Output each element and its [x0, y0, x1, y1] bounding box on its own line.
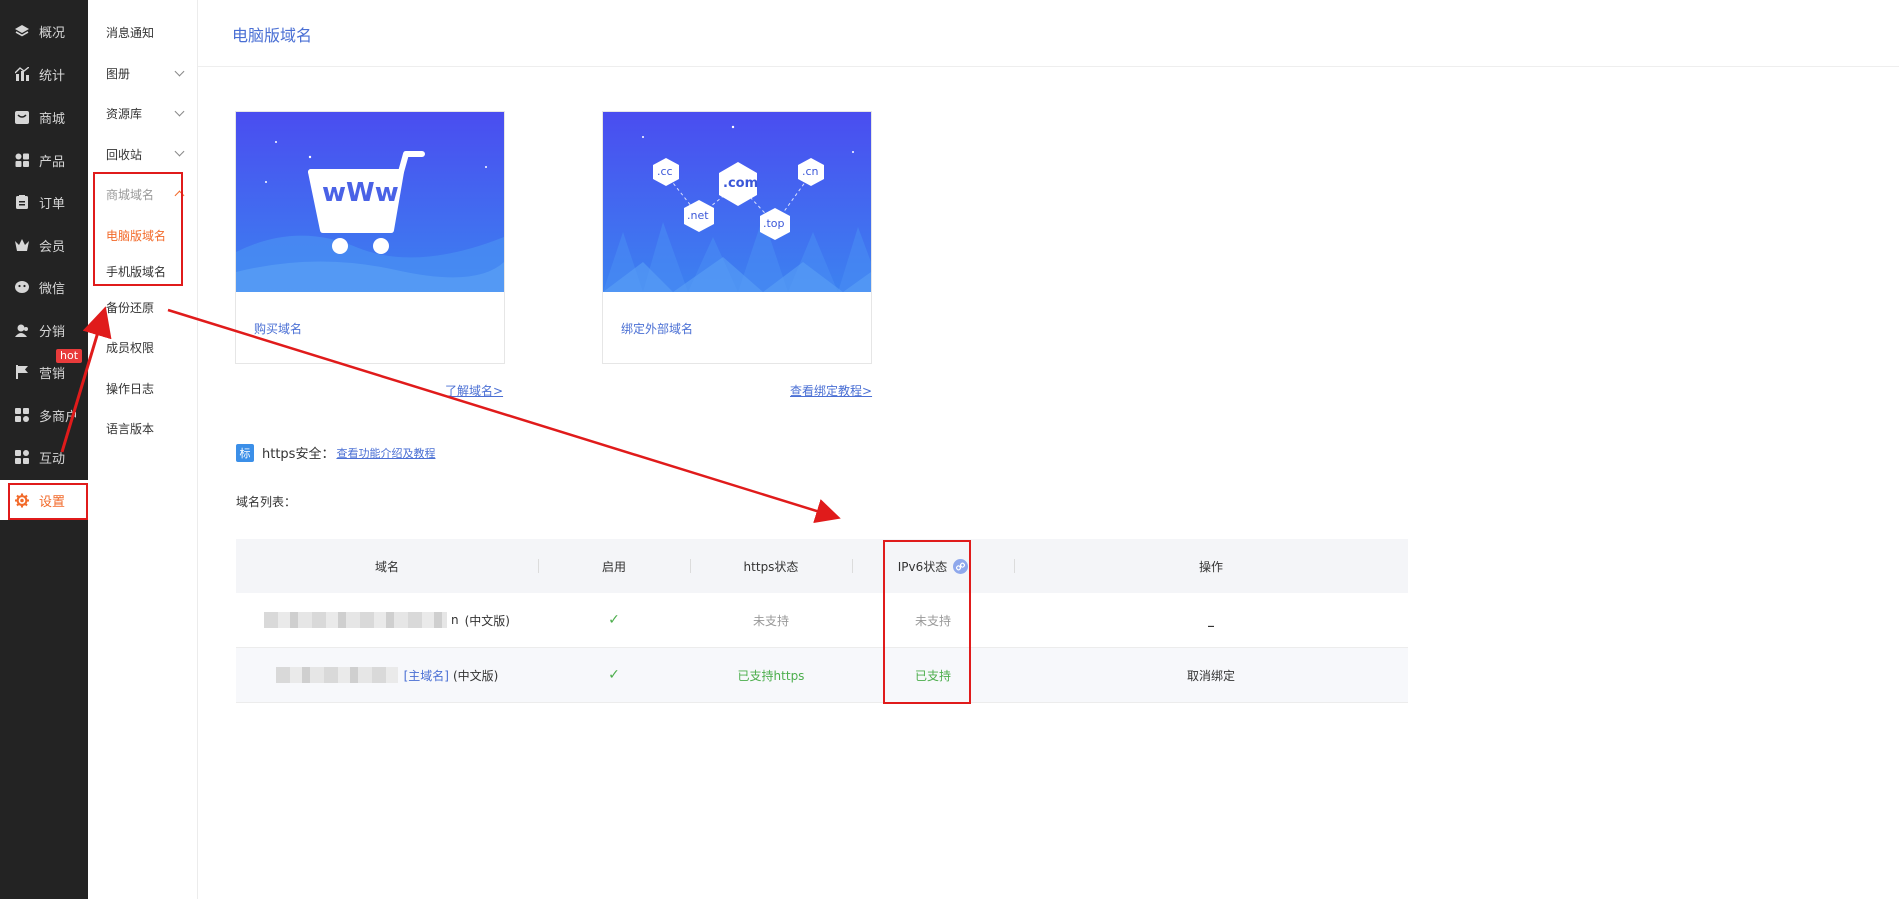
- nav-label: 会员: [39, 239, 66, 255]
- unbind-button[interactable]: 取消绑定: [1014, 648, 1408, 702]
- nav-item-distribution[interactable]: 分销: [0, 310, 88, 350]
- nav-item-wechat[interactable]: 微信: [0, 267, 88, 307]
- submenu-item-recycle-bin[interactable]: 回收站: [106, 146, 142, 163]
- nav-item-products[interactable]: 产品: [0, 140, 88, 180]
- cart-banner: wWw: [236, 112, 504, 292]
- mark-badge: 标: [236, 443, 254, 462]
- nav-label: 产品: [39, 154, 66, 170]
- annotation-box-ipv6: [883, 540, 971, 704]
- https-status: 已支持https: [737, 668, 805, 683]
- nav-item-overview[interactable]: 概况: [0, 11, 88, 51]
- domain-table: 域名 启用 https状态 IPv6状态 操作 n (中文版) ✓ 未支持 未支…: [236, 539, 1408, 703]
- domain-cell: [主域名] (中文版): [236, 648, 538, 702]
- tld-cn: .cn: [802, 165, 819, 178]
- https-status: 未支持: [752, 613, 789, 628]
- hot-badge: hot: [56, 349, 83, 363]
- main-nav: 概况 统计 商城 产品 订单 会员 微信 分销 营销 hot 多商户 互动 设置: [0, 0, 88, 899]
- nav-item-interaction[interactable]: 互动: [0, 437, 88, 477]
- layers-icon: [15, 24, 29, 38]
- nav-label: 微信: [39, 281, 66, 297]
- divider: [198, 66, 1899, 67]
- nav-label: 订单: [39, 196, 66, 212]
- page-title: 电脑版域名: [232, 26, 313, 45]
- bind-domain-card[interactable]: .cc .com .cn .net .top 绑定外部域名: [602, 111, 872, 364]
- header-action: 操作: [1198, 559, 1223, 574]
- header-https: https状态: [743, 559, 799, 574]
- nav-label: 商城: [39, 111, 66, 127]
- buy-domain-card[interactable]: wWw 购买域名: [235, 111, 505, 364]
- primary-domain-tag: [主域名]: [403, 668, 449, 683]
- domain-lang: (中文版): [464, 613, 510, 628]
- https-security-row: 标 https安全： 查看功能介绍及教程: [236, 443, 435, 462]
- chevron-down-icon[interactable]: [174, 146, 185, 157]
- chart-icon: [15, 67, 29, 81]
- nav-label: 分销: [39, 324, 66, 340]
- redacted-domain: [275, 667, 398, 683]
- nav-item-shop[interactable]: 商城: [0, 97, 88, 137]
- nav-item-orders[interactable]: 订单: [0, 182, 88, 222]
- header-domain: 域名: [374, 559, 399, 574]
- banner-text: wWw: [322, 178, 399, 208]
- clipboard-icon: [15, 195, 29, 209]
- buy-domain-caption[interactable]: 购买域名: [254, 320, 302, 337]
- learn-domain-link[interactable]: 了解域名>: [445, 382, 503, 399]
- https-tutorial-link[interactable]: 查看功能介绍及教程: [336, 445, 435, 461]
- settings-submenu: 消息通知 图册 资源库 回收站 商城域名 电脑版域名 手机版域名 备份还原 成员…: [88, 0, 198, 899]
- chevron-down-icon[interactable]: [174, 66, 185, 77]
- multi-shop-icon: [15, 408, 29, 422]
- wechat-icon: [15, 280, 29, 294]
- submenu-item-member-permissions[interactable]: 成员权限: [106, 339, 154, 356]
- grid-icon: [15, 153, 29, 167]
- header-enabled: 启用: [601, 559, 626, 574]
- submenu-item-notifications[interactable]: 消息通知: [106, 24, 154, 41]
- tld-top: .top: [763, 217, 785, 230]
- domain-list-label: 域名列表：: [236, 495, 297, 509]
- chevron-down-icon[interactable]: [174, 106, 185, 117]
- table-row: n (中文版) ✓ 未支持 未支持 _: [236, 593, 1408, 648]
- submenu-item-resources[interactable]: 资源库: [106, 105, 142, 122]
- annotation-box-domain-menu: [93, 172, 183, 286]
- domains-banner: .cc .com .cn .net .top: [603, 112, 871, 292]
- tld-com: .com: [723, 176, 759, 191]
- nav-label: 互动: [39, 451, 66, 467]
- action-cell: _: [1208, 613, 1214, 627]
- table-header: 域名 启用 https状态 IPv6状态 操作: [236, 539, 1408, 593]
- shop-icon: [15, 110, 29, 124]
- table-row: [主域名] (中文版) ✓ 已支持https 已支持 取消绑定: [236, 648, 1408, 703]
- flag-icon: [15, 365, 29, 379]
- enabled-check: ✓: [608, 667, 620, 683]
- domain-suffix: n: [451, 613, 459, 627]
- domain-lang: (中文版): [453, 668, 499, 683]
- bind-domain-caption[interactable]: 绑定外部域名: [621, 320, 693, 337]
- app-root: 概况 统计 商城 产品 订单 会员 微信 分销 营销 hot 多商户 互动 设置…: [0, 0, 1899, 899]
- nav-label: 营销: [39, 366, 66, 382]
- submenu-item-backup[interactable]: 备份还原: [106, 299, 154, 316]
- https-label: https安全：: [262, 447, 335, 462]
- nav-item-stats[interactable]: 统计: [0, 54, 88, 94]
- nav-label: 多商户: [39, 409, 79, 425]
- nav-item-members[interactable]: 会员: [0, 225, 88, 265]
- nav-label: 概况: [39, 25, 66, 41]
- enabled-check: ✓: [608, 612, 620, 628]
- tld-net: .net: [687, 209, 709, 222]
- annotation-box-settings: [8, 483, 88, 520]
- crown-icon: [15, 238, 29, 252]
- nav-label: 统计: [39, 68, 66, 84]
- users-icon: [15, 323, 29, 337]
- bind-tutorial-link[interactable]: 查看绑定教程>: [790, 382, 872, 399]
- interact-icon: [15, 450, 29, 464]
- submenu-item-operation-log[interactable]: 操作日志: [106, 380, 154, 397]
- submenu-item-language[interactable]: 语言版本: [106, 420, 154, 437]
- tld-cc: .cc: [657, 165, 673, 178]
- domain-cell: n (中文版): [236, 593, 538, 647]
- submenu-item-album[interactable]: 图册: [106, 65, 130, 82]
- redacted-domain: [264, 612, 447, 628]
- nav-item-multi-merchant[interactable]: 多商户: [0, 395, 88, 435]
